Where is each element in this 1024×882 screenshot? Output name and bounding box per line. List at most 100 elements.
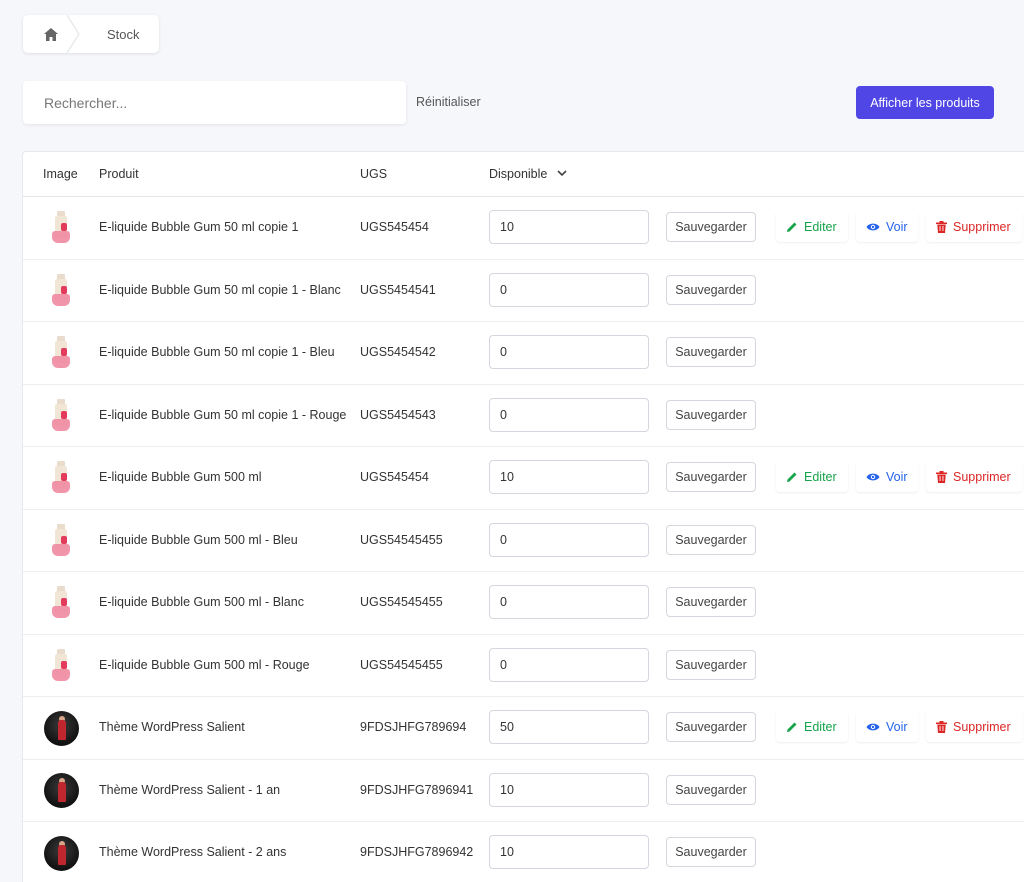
delete-button-label: Supprimer — [953, 719, 1011, 734]
product-sku: 9FDSJHFG7896942 — [360, 845, 474, 859]
bottle-thumbnail-image — [50, 461, 72, 495]
bottle-thumbnail-image — [50, 336, 72, 370]
stock-page: Stock Réinitialiser Afficher les produit… — [0, 0, 1024, 882]
quantity-input[interactable] — [489, 585, 649, 619]
table-row: Thème WordPress Salient - 1 an 9FDSJHFG7… — [23, 760, 1024, 822]
product-name: E-liquide Bubble Gum 50 ml copie 1 — [99, 220, 299, 234]
quantity-input[interactable] — [489, 772, 649, 807]
edit-button[interactable]: Editer — [776, 211, 848, 242]
product-name: E-liquide Bubble Gum 50 ml copie 1 - Rou… — [99, 407, 347, 422]
product-sku: 9FDSJHFG789694 — [360, 720, 467, 734]
save-button[interactable]: Sauvegarder — [666, 774, 756, 805]
save-button[interactable]: Sauvegarder — [666, 837, 756, 867]
product-name: Thème WordPress Salient — [99, 720, 245, 734]
product-name: Thème WordPress Salient - 1 an — [99, 782, 281, 797]
stock-table: Image Produit UGS Disponible E-liquide B… — [22, 151, 1024, 882]
show-products-button[interactable]: Afficher les produits — [856, 86, 994, 119]
home-icon[interactable] — [44, 27, 58, 41]
quantity-input[interactable] — [489, 647, 649, 682]
quantity-input[interactable] — [489, 335, 649, 369]
breadcrumb-home[interactable] — [23, 15, 80, 53]
product-sku: 9FDSJHFG7896941 — [360, 782, 474, 797]
save-button[interactable]: Sauvegarder — [666, 649, 756, 680]
column-header-image: Image — [43, 167, 78, 181]
delete-button[interactable]: Supprimer — [926, 711, 1022, 742]
pencil-icon — [787, 472, 797, 482]
product-sku: UGS545454 — [360, 470, 429, 484]
product-thumbnail — [43, 648, 79, 684]
view-button[interactable]: Voir — [856, 711, 918, 742]
table-row: E-liquide Bubble Gum 500 ml - Blanc UGS5… — [23, 572, 1024, 635]
product-name: E-liquide Bubble Gum 50 ml copie 1 - Ble… — [99, 345, 335, 359]
product-name: E-liquide Bubble Gum 500 ml - Bleu — [99, 532, 298, 547]
column-header-sku: UGS — [360, 167, 388, 181]
theme-thumbnail-image — [43, 773, 79, 808]
bottle-thumbnail-image — [50, 648, 72, 683]
pencil-icon — [787, 722, 797, 732]
delete-button-label: Supprimer — [953, 219, 1011, 234]
breadcrumb: Stock — [23, 15, 159, 53]
product-thumbnail — [43, 398, 79, 434]
product-thumbnail — [43, 460, 79, 496]
eye-icon — [866, 223, 880, 230]
table-row: Thème WordPress Salient 9FDSJHFG789694 S… — [23, 697, 1024, 760]
product-thumbnail — [43, 835, 79, 871]
save-button[interactable]: Sauvegarder — [666, 462, 756, 492]
search-input[interactable] — [23, 81, 406, 124]
eye-icon — [866, 473, 880, 480]
save-button[interactable]: Sauvegarder — [666, 587, 756, 617]
table-row: Thème WordPress Salient - 2 ans 9FDSJHFG… — [23, 822, 1024, 882]
product-thumbnail — [43, 710, 79, 746]
quantity-input[interactable] — [489, 522, 649, 557]
product-thumbnail — [43, 335, 79, 371]
quantity-input[interactable] — [489, 710, 649, 744]
save-button[interactable]: Sauvegarder — [666, 712, 756, 742]
column-header-available[interactable]: Disponible — [489, 167, 547, 181]
delete-button[interactable]: Supprimer — [926, 461, 1022, 492]
bottle-thumbnail-image — [50, 398, 72, 433]
product-thumbnail — [43, 273, 79, 309]
product-sku: UGS5454543 — [360, 407, 436, 422]
delete-button[interactable]: Supprimer — [926, 211, 1022, 242]
save-button[interactable]: Sauvegarder — [666, 274, 756, 305]
product-thumbnail — [43, 585, 79, 621]
view-button[interactable]: Voir — [856, 211, 918, 242]
product-sku: UGS54545455 — [360, 595, 443, 609]
save-button[interactable]: Sauvegarder — [666, 399, 756, 430]
view-button-label: Voir — [886, 219, 908, 234]
view-button[interactable]: Voir — [856, 461, 918, 492]
table-row: E-liquide Bubble Gum 50 ml copie 1 - Rou… — [23, 385, 1024, 447]
sort-chevron-down-icon[interactable] — [554, 165, 570, 181]
bottle-thumbnail-image — [50, 586, 72, 620]
trash-icon — [936, 220, 947, 233]
pencil-icon — [787, 222, 797, 232]
edit-button-label: Editer — [804, 719, 837, 734]
save-button[interactable]: Sauvegarder — [666, 524, 756, 555]
delete-button-label: Supprimer — [953, 469, 1011, 484]
table-row: E-liquide Bubble Gum 500 ml - Rouge UGS5… — [23, 635, 1024, 697]
quantity-input[interactable] — [489, 272, 649, 307]
edit-button[interactable]: Editer — [776, 461, 848, 492]
product-sku: UGS54545455 — [360, 532, 443, 547]
column-header-product: Produit — [99, 167, 139, 181]
product-sku: UGS54545455 — [360, 657, 443, 672]
quantity-input[interactable] — [489, 210, 649, 244]
view-button-label: Voir — [886, 719, 908, 734]
trash-icon — [936, 470, 947, 483]
save-button[interactable]: Sauvegarder — [666, 337, 756, 367]
reset-link[interactable]: Réinitialiser — [416, 95, 481, 109]
table-row: E-liquide Bubble Gum 50 ml copie 1 - Bla… — [23, 260, 1024, 322]
table-body: E-liquide Bubble Gum 50 ml copie 1 UGS54… — [23, 197, 1024, 882]
breadcrumb-separator — [66, 15, 80, 53]
quantity-input[interactable] — [489, 835, 649, 869]
edit-button-label: Editer — [804, 219, 837, 234]
product-sku: UGS545454 — [360, 220, 429, 234]
quantity-input[interactable] — [489, 397, 649, 432]
edit-button[interactable]: Editer — [776, 711, 848, 742]
eye-icon — [866, 723, 880, 730]
view-button-label: Voir — [886, 469, 908, 484]
quantity-input[interactable] — [489, 460, 649, 494]
bottle-thumbnail-image — [50, 211, 72, 245]
save-button[interactable]: Sauvegarder — [666, 212, 756, 242]
table-row: E-liquide Bubble Gum 500 ml UGS545454 Sa… — [23, 447, 1024, 510]
